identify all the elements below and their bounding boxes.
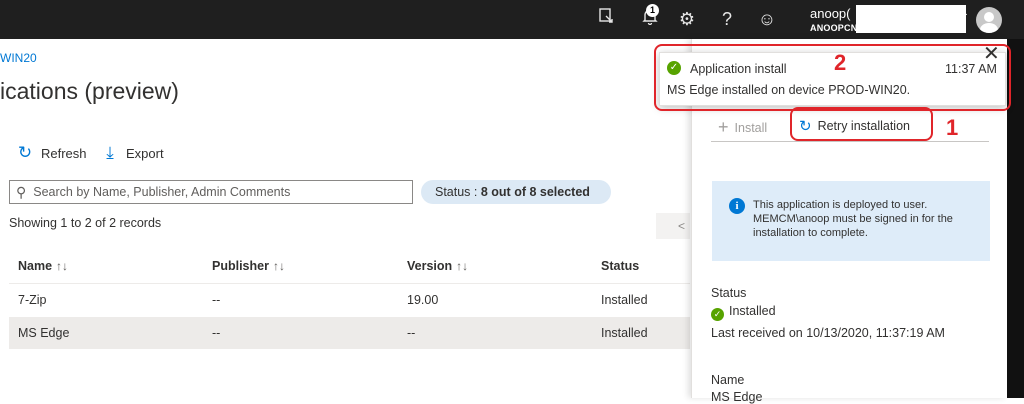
- remote-device-icon[interactable]: [594, 7, 618, 31]
- top-bar: 1 ⚙ ? ☺ anoop( ANOOPCN ···: [0, 0, 1024, 39]
- install-label: Install: [734, 120, 768, 135]
- info-message-text: This application is deployed to user. ME…: [753, 199, 953, 239]
- refresh-button[interactable]: ↻ Refresh: [16, 143, 87, 163]
- cell-version: 19.00: [407, 293, 439, 307]
- help-icon[interactable]: ?: [715, 7, 739, 31]
- annotation-box-retry: [790, 107, 933, 141]
- annotation-box-toast: [654, 44, 1011, 111]
- status-value: ✓ Installed: [711, 304, 776, 321]
- check-circle-icon: ✓: [711, 308, 724, 321]
- export-label: Export: [126, 145, 164, 161]
- account-tenant: ANOOPCN: [810, 23, 858, 33]
- table-row-selected[interactable]: MS Edge -- -- Installed: [9, 317, 690, 349]
- account-more[interactable]: ···: [958, 9, 968, 20]
- pager-prev-button[interactable]: <: [656, 213, 690, 239]
- refresh-label: Refresh: [41, 145, 87, 161]
- install-button[interactable]: + Install: [718, 117, 767, 138]
- table-row[interactable]: 7-Zip -- 19.00 Installed: [9, 284, 690, 316]
- status-heading: Status: [711, 286, 747, 300]
- column-header-status[interactable]: Status: [601, 259, 639, 273]
- breadcrumb[interactable]: WIN20: [0, 51, 37, 65]
- sort-icon: ↑↓: [456, 259, 469, 273]
- download-icon: ⤓: [106, 143, 114, 162]
- search-icon: ⚲: [16, 183, 27, 200]
- cell-status: Installed: [601, 293, 648, 307]
- column-header-version[interactable]: Version ↑↓: [407, 259, 468, 273]
- sort-icon: ↑↓: [56, 259, 69, 273]
- last-received: Last received on 10/13/2020, 11:37:19 AM: [711, 326, 945, 340]
- annotation-label-1: 1: [946, 115, 959, 140]
- search-box[interactable]: ⚲: [9, 180, 413, 204]
- account-name[interactable]: anoop(: [810, 6, 850, 21]
- smiley-icon[interactable]: ☺: [755, 7, 779, 31]
- cell-publisher: --: [212, 293, 221, 307]
- cell-version: --: [407, 326, 416, 340]
- export-button[interactable]: ⤓ Export: [101, 143, 164, 163]
- notification-badge: 1: [646, 4, 659, 17]
- records-count: Showing 1 to 2 of 2 records: [9, 216, 162, 230]
- cell-publisher: --: [212, 326, 221, 340]
- status-filter-label: Status :: [435, 185, 481, 199]
- redaction-box: [856, 5, 966, 33]
- cell-name: MS Edge: [18, 326, 70, 340]
- annotation-label-2: 2: [834, 50, 847, 75]
- column-header-name[interactable]: Name ↑↓: [18, 259, 68, 273]
- cell-status: Installed: [601, 326, 648, 340]
- info-icon: i: [729, 198, 745, 214]
- plus-icon: +: [718, 117, 729, 137]
- refresh-icon: ↻: [17, 143, 33, 162]
- status-filter-value: 8 out of 8 selected: [480, 185, 590, 199]
- name-heading: Name: [711, 373, 745, 387]
- page-title: ications (preview): [0, 78, 179, 104]
- search-input[interactable]: [31, 184, 396, 200]
- gear-icon[interactable]: ⚙: [675, 7, 699, 31]
- column-header-publisher[interactable]: Publisher ↑↓: [212, 259, 285, 273]
- name-value: MS Edge: [711, 390, 763, 404]
- avatar-icon[interactable]: [976, 7, 1002, 33]
- cell-name: 7-Zip: [18, 293, 47, 307]
- panel-toolbar-divider: [711, 141, 989, 142]
- status-filter-pill[interactable]: Status : 8 out of 8 selected: [421, 180, 611, 204]
- sort-icon: ↑↓: [272, 259, 285, 273]
